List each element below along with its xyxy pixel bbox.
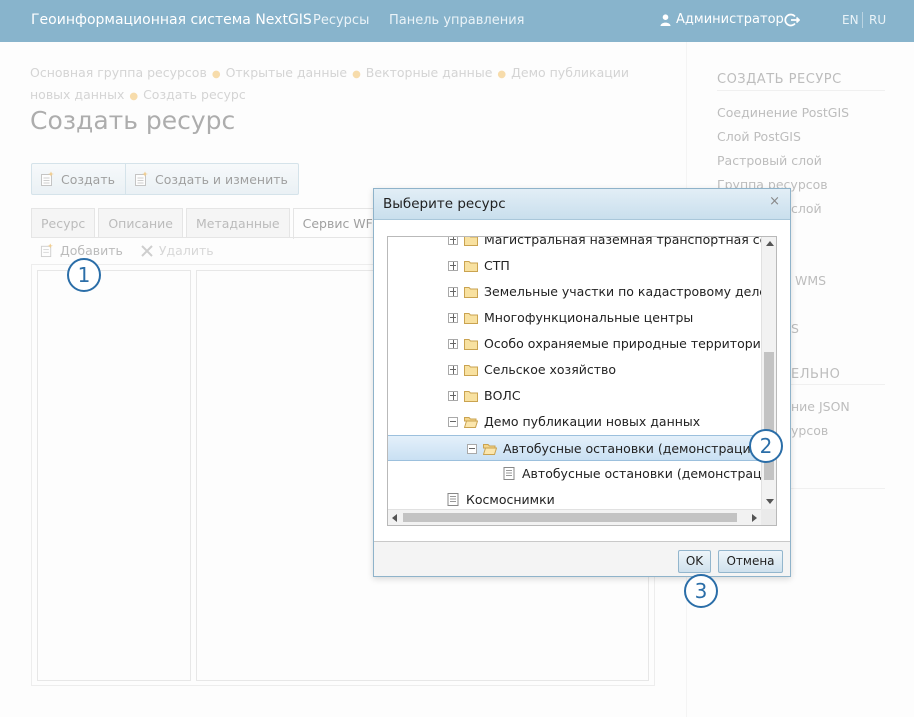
folder-icon [464, 237, 478, 246]
folder-icon [464, 285, 478, 298]
nav-control-panel[interactable]: Панель управления [389, 13, 525, 28]
document-icon [446, 493, 460, 506]
logout-icon[interactable] [784, 12, 800, 28]
tree-node[interactable]: Демо публикации новых данных [388, 409, 762, 435]
tree-node-label: Автобусные остановки (демонстрация) [503, 441, 764, 456]
expand-icon[interactable] [448, 313, 458, 323]
tree-node-label: Демо публикации новых данных [484, 414, 701, 429]
document-icon [502, 467, 516, 480]
scrollbar-thumb[interactable] [403, 513, 737, 522]
scroll-left-arrow-icon[interactable] [392, 514, 397, 522]
lang-divider [862, 12, 863, 28]
app-brand[interactable]: Геоинформационная система NextGIS [31, 12, 312, 28]
expand-icon[interactable] [448, 339, 458, 349]
expand-icon[interactable] [448, 237, 458, 245]
close-icon[interactable]: × [769, 194, 780, 209]
user-icon [660, 13, 671, 26]
folder-icon [464, 389, 478, 402]
dialog-title: Выберите ресурс [383, 196, 506, 212]
dialog-titlebar: Выберите ресурс × [374, 189, 790, 220]
scroll-right-arrow-icon[interactable] [752, 514, 757, 522]
select-resource-dialog: Выберите ресурс × Космоснимки Автобусные … [373, 188, 791, 577]
tree-node[interactable]: ВОЛС [388, 383, 762, 409]
collapse-icon[interactable] [448, 417, 458, 427]
folder-icon [464, 259, 478, 272]
tree-node[interactable]: Автобусные остановки (демонстрация) [388, 435, 764, 461]
horizontal-scrollbar[interactable] [388, 509, 762, 525]
collapse-icon[interactable] [467, 444, 477, 454]
scrollbar-corner [761, 509, 776, 525]
step-callout-2: 2 [749, 429, 783, 463]
resource-tree[interactable]: Космоснимки Автобусные остановки (демонст… [387, 236, 777, 526]
tree-node-label: Сельское хозяйство [484, 362, 617, 377]
cancel-button[interactable]: Отмена [718, 550, 783, 573]
folder-icon [464, 337, 478, 350]
lang-ru-link[interactable]: RU [869, 13, 886, 27]
tree-node[interactable]: Земельные участки по кадастровому делени… [388, 279, 776, 305]
tree-node-label: ВОЛС [484, 388, 521, 403]
user-name: Администратор [676, 12, 784, 27]
tree-node-label: Космоснимки [466, 492, 555, 507]
folder-open-icon [482, 442, 498, 455]
scroll-down-arrow-icon[interactable] [766, 499, 774, 504]
vertical-scrollbar[interactable] [761, 237, 776, 509]
tree-node[interactable]: Сельское хозяйство [388, 357, 762, 383]
tree-node-label: Земельные участки по кадастровому делени… [484, 284, 777, 299]
tree-node[interactable]: Автобусные остановки (демонстрация [388, 461, 776, 487]
tree-node[interactable]: СТП [388, 253, 762, 279]
expand-icon[interactable] [448, 391, 458, 401]
lang-en-link[interactable]: EN [842, 13, 859, 27]
step-callout-3: 3 [684, 574, 718, 608]
nav-resources[interactable]: Ресурсы [313, 13, 369, 28]
top-header: Геоинформационная система NextGIS Ресурс… [0, 0, 914, 42]
scroll-up-arrow-icon[interactable] [766, 241, 774, 246]
tree-node-label: Особо охраняемые природные территории [484, 336, 769, 351]
tree-node[interactable]: Многофункциональные центры [388, 305, 762, 331]
ok-button[interactable]: OK [678, 550, 711, 573]
tree-node-label: СТП [484, 258, 510, 273]
tree-node-label: Автобусные остановки (демонстрация [522, 466, 777, 481]
expand-icon[interactable] [448, 287, 458, 297]
step-callout-1: 1 [67, 258, 101, 292]
folder-open-icon [463, 415, 479, 428]
tree-node[interactable]: Магистральная наземная транспортная сеть [388, 237, 776, 253]
expand-icon[interactable] [448, 261, 458, 271]
user-menu[interactable]: Администратор [660, 12, 784, 27]
dialog-footer: OK Отмена [374, 541, 790, 576]
tree-node-label: Многофункциональные центры [484, 310, 694, 325]
tree-node-label: Магистральная наземная транспортная сеть [484, 236, 777, 247]
tree-node[interactable]: Особо охраняемые природные территории [388, 331, 769, 357]
folder-icon [464, 311, 478, 324]
folder-icon [464, 363, 478, 376]
expand-icon[interactable] [448, 365, 458, 375]
